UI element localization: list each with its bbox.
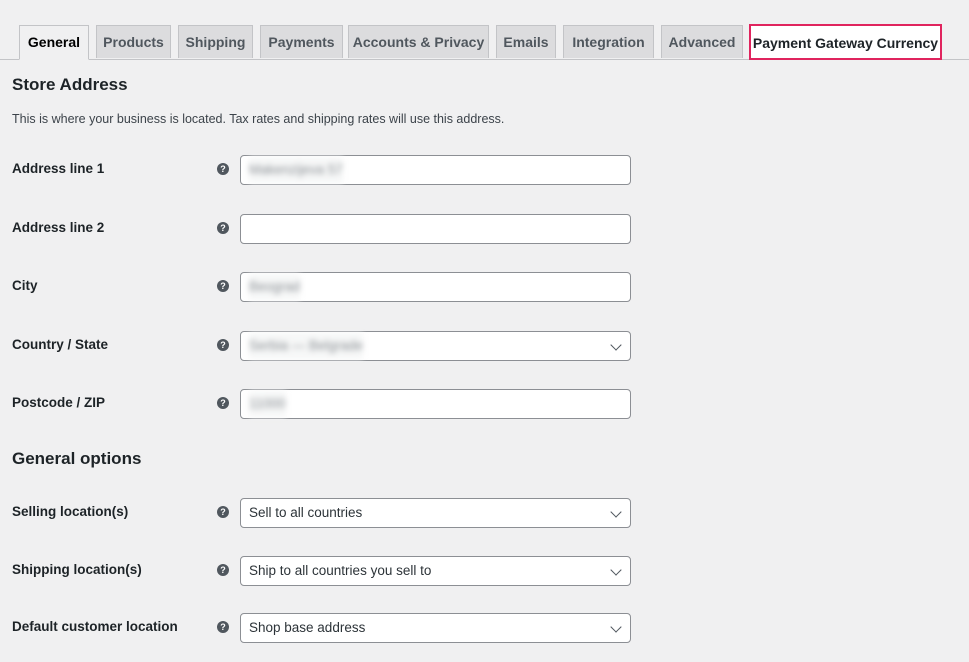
help-icon[interactable]: ? xyxy=(217,280,229,292)
tab-emails[interactable]: Emails xyxy=(496,25,556,58)
store-address-description: This is where your business is located. … xyxy=(12,112,505,126)
selling-locations-label: Selling location(s) xyxy=(12,504,129,519)
help-icon[interactable]: ? xyxy=(217,339,229,351)
tab-payment-gateway-currency[interactable]: Payment Gateway Currency xyxy=(749,24,942,60)
default-customer-location-select[interactable]: Shop base address xyxy=(240,613,631,643)
help-icon[interactable]: ? xyxy=(217,222,229,234)
postcode-label: Postcode / ZIP xyxy=(12,395,106,410)
country-state-row: Country / State ? Serbia — Belgrade xyxy=(0,331,969,361)
postcode-row: Postcode / ZIP ? 11000 xyxy=(0,389,969,419)
country-state-label: Country / State xyxy=(12,337,109,352)
tab-shipping[interactable]: Shipping xyxy=(178,25,253,58)
default-customer-location-label: Default customer location xyxy=(12,619,178,634)
address-line-1-value: Makenzijeva 57 xyxy=(249,157,343,183)
tab-advanced[interactable]: Advanced xyxy=(661,25,743,58)
settings-tabs: General Products Shipping Payments Accou… xyxy=(0,0,969,60)
postcode-value: 11000 xyxy=(249,391,286,417)
tab-integration[interactable]: Integration xyxy=(563,25,654,58)
shipping-locations-value: Ship to all countries you sell to xyxy=(249,563,432,578)
default-customer-location-value: Shop base address xyxy=(249,620,366,635)
tab-products[interactable]: Products xyxy=(96,25,171,58)
address-line-2-input[interactable] xyxy=(240,214,631,244)
address-line-1-label: Address line 1 xyxy=(12,161,105,176)
shipping-locations-row: Shipping location(s) ? Ship to all count… xyxy=(0,556,969,586)
city-label: City xyxy=(12,278,38,293)
address-line-1-input[interactable]: Makenzijeva 57 xyxy=(240,155,631,185)
general-options-heading: General options xyxy=(12,449,142,468)
help-icon[interactable]: ? xyxy=(217,621,229,633)
city-value: Beograd xyxy=(249,274,301,300)
chevron-down-icon xyxy=(610,506,622,518)
tab-accounts-privacy[interactable]: Accounts & Privacy xyxy=(348,25,489,58)
tab-payments[interactable]: Payments xyxy=(260,25,343,58)
postcode-input[interactable]: 11000 xyxy=(240,389,631,419)
help-icon[interactable]: ? xyxy=(217,397,229,409)
address-line-2-row: Address line 2 ? xyxy=(0,214,969,244)
country-state-value: Serbia — Belgrade xyxy=(249,333,364,359)
shipping-locations-select[interactable]: Ship to all countries you sell to xyxy=(240,556,631,586)
help-icon[interactable]: ? xyxy=(217,564,229,576)
help-icon[interactable]: ? xyxy=(217,506,229,518)
chevron-down-icon xyxy=(610,564,622,576)
shipping-locations-label: Shipping location(s) xyxy=(12,562,142,577)
address-line-2-label: Address line 2 xyxy=(12,220,105,235)
tab-general[interactable]: General xyxy=(19,25,89,60)
country-state-select[interactable]: Serbia — Belgrade xyxy=(240,331,631,361)
selling-locations-select[interactable]: Sell to all countries xyxy=(240,498,631,528)
city-row: City ? Beograd xyxy=(0,272,969,302)
city-input[interactable]: Beograd xyxy=(240,272,631,302)
default-customer-location-row: Default customer location ? Shop base ad… xyxy=(0,613,969,643)
selling-locations-value: Sell to all countries xyxy=(249,505,363,520)
chevron-down-icon xyxy=(610,621,622,633)
store-address-heading: Store Address xyxy=(12,75,128,94)
address-line-1-row: Address line 1 ? Makenzijeva 57 xyxy=(0,155,969,185)
chevron-down-icon xyxy=(610,339,622,351)
help-icon[interactable]: ? xyxy=(217,163,229,175)
selling-locations-row: Selling location(s) ? Sell to all countr… xyxy=(0,498,969,528)
